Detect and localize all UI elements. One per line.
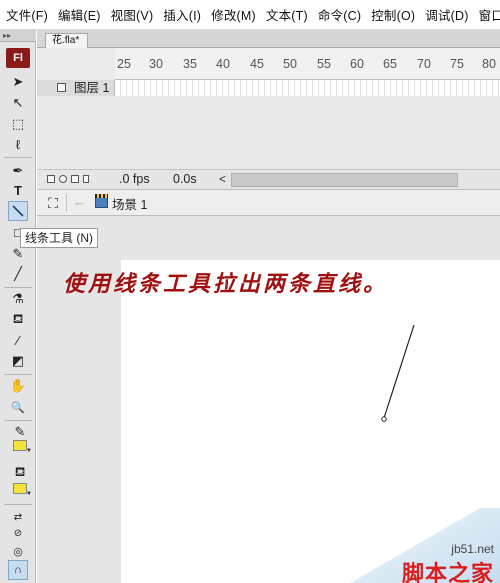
text-tool-icon[interactable]: T	[8, 180, 28, 200]
timeline-empty-area	[37, 96, 500, 169]
toolbar-divider	[4, 157, 32, 158]
menu-commands[interactable]: 命令(C)	[318, 5, 361, 24]
tools-panel: ▸▸ Fl ➤ ↖ ⬚ ℓ ✒ T □ ✎ ╱ ⚗ ⛾ ⁄ ◩ ✋ 🔍 ✎ ▼ …	[0, 30, 36, 583]
line-tool-icon[interactable]	[8, 201, 28, 221]
menu-edit[interactable]: 编辑(E)	[58, 5, 101, 24]
toolbar-divider	[4, 420, 32, 421]
document-tab[interactable]: 花.fla*	[45, 33, 89, 48]
snap-to-objects-icon[interactable]: ∩	[8, 560, 28, 580]
menu-modify[interactable]: 修改(M)	[211, 5, 256, 24]
add-guide-icon[interactable]	[59, 175, 67, 183]
selection-tool-icon[interactable]: ➤	[8, 72, 28, 92]
ruler-number: 30	[149, 57, 163, 71]
scene-clapper-icon	[95, 194, 108, 208]
add-folder-icon[interactable]	[71, 175, 79, 183]
ruler-number: 50	[283, 57, 297, 71]
layer-row[interactable]: 图层 1	[37, 80, 500, 96]
fill-color-bucket-icon: ⛾	[14, 464, 26, 479]
brush-tool-icon[interactable]: ╱	[8, 264, 28, 284]
frame-rate-readout: .0 fps	[119, 172, 150, 186]
ruler-number: 60	[350, 57, 364, 71]
document-tab-strip: 花.fla*	[37, 30, 500, 48]
ruler-number: 70	[417, 57, 431, 71]
timeline-scrollbar[interactable]	[231, 173, 458, 187]
paint-bucket-tool-icon[interactable]: ⛾	[8, 310, 28, 330]
stroke-color-dropdown-icon[interactable]: ▼	[26, 448, 32, 454]
toolbar-divider	[4, 374, 32, 375]
timeline-header-spacer	[37, 48, 115, 80]
ruler-number: 25	[117, 57, 131, 71]
line-tool-tooltip: 线条工具 (N)	[20, 228, 98, 248]
eyedropper-tool-icon[interactable]: ⁄	[8, 330, 28, 350]
zoom-tool-icon[interactable]: 🔍	[8, 397, 28, 417]
subselection-tool-icon[interactable]: ↖	[8, 93, 28, 113]
ruler-number: 75	[450, 57, 464, 71]
timeline-panel: 25 30 35 40 45 50 55 60 65 70 75 80 图层 1…	[37, 48, 500, 189]
add-layer-icon[interactable]	[47, 175, 55, 183]
menu-text[interactable]: 文本(T)	[266, 5, 308, 24]
layer-name: 图层 1	[74, 81, 110, 95]
ruler-number: 40	[216, 57, 230, 71]
elapsed-time-readout: 0.0s	[173, 172, 197, 186]
stroke-color-swatch[interactable]	[13, 440, 27, 451]
ruler-number: 45	[250, 57, 264, 71]
eraser-tool-icon[interactable]: ◩	[8, 351, 28, 371]
watermark-url: jb51.net	[451, 542, 494, 556]
stroke-color-pencil-icon: ✎	[14, 424, 26, 439]
ink-bottle-tool-icon[interactable]: ⚗	[8, 289, 28, 309]
object-drawing-icon[interactable]: ◎	[8, 541, 28, 561]
ruler-number: 55	[317, 57, 331, 71]
free-transform-tool-icon[interactable]: ⬚	[8, 114, 28, 134]
fill-color-swatch[interactable]	[13, 483, 27, 494]
toolbar-divider	[4, 287, 32, 288]
instruction-caption: 使用线条工具拉出两条直线。	[63, 271, 389, 297]
menu-insert[interactable]: 插入(I)	[163, 5, 201, 24]
layer-icon	[57, 83, 66, 92]
delete-layer-icon[interactable]	[83, 175, 89, 183]
panel-grip-icon[interactable]: ▸▸	[0, 30, 36, 42]
menu-bar: 文件(F) 编辑(E) 视图(V) 插入(I) 修改(M) 文本(T) 命令(C…	[0, 0, 500, 30]
fill-color-dropdown-icon[interactable]: ▼	[26, 491, 32, 497]
no-color-icon[interactable]: ⊘	[8, 523, 28, 543]
flash-logo: Fl	[6, 48, 30, 68]
menu-control[interactable]: 控制(O)	[371, 5, 415, 24]
timeline-status-bar: .0 fps 0.0s <	[37, 169, 500, 189]
layer-name-cell[interactable]: 图层 1	[37, 80, 115, 96]
layer-frames[interactable]	[115, 80, 500, 96]
edit-bar: ⛶ ← 场景 1	[37, 189, 500, 216]
hand-tool-icon[interactable]: ✋	[8, 376, 28, 396]
edit-bar-divider	[66, 194, 67, 212]
lasso-tool-icon[interactable]: ℓ	[8, 134, 28, 154]
ruler-number: 80	[482, 57, 496, 71]
toolbar-divider	[4, 504, 32, 505]
ruler-number: 35	[183, 57, 197, 71]
scroll-left-icon[interactable]: <	[219, 172, 226, 186]
back-arrow-icon[interactable]: ←	[73, 194, 86, 209]
menu-view[interactable]: 视图(V)	[111, 5, 154, 24]
edit-scene-icon[interactable]: ⛶	[44, 194, 62, 212]
scene-breadcrumb[interactable]: 场景 1	[112, 194, 147, 213]
frame-ruler[interactable]: 25 30 35 40 45 50 55 60 65 70 75 80	[115, 48, 500, 80]
ruler-number: 65	[383, 57, 397, 71]
watermark-brand: 脚本之家	[401, 562, 494, 583]
menu-file[interactable]: 文件(F)	[6, 5, 48, 24]
menu-window[interactable]: 窗口	[479, 5, 500, 24]
pen-tool-icon[interactable]: ✒	[8, 161, 28, 181]
menu-debug[interactable]: 调试(D)	[425, 5, 468, 24]
